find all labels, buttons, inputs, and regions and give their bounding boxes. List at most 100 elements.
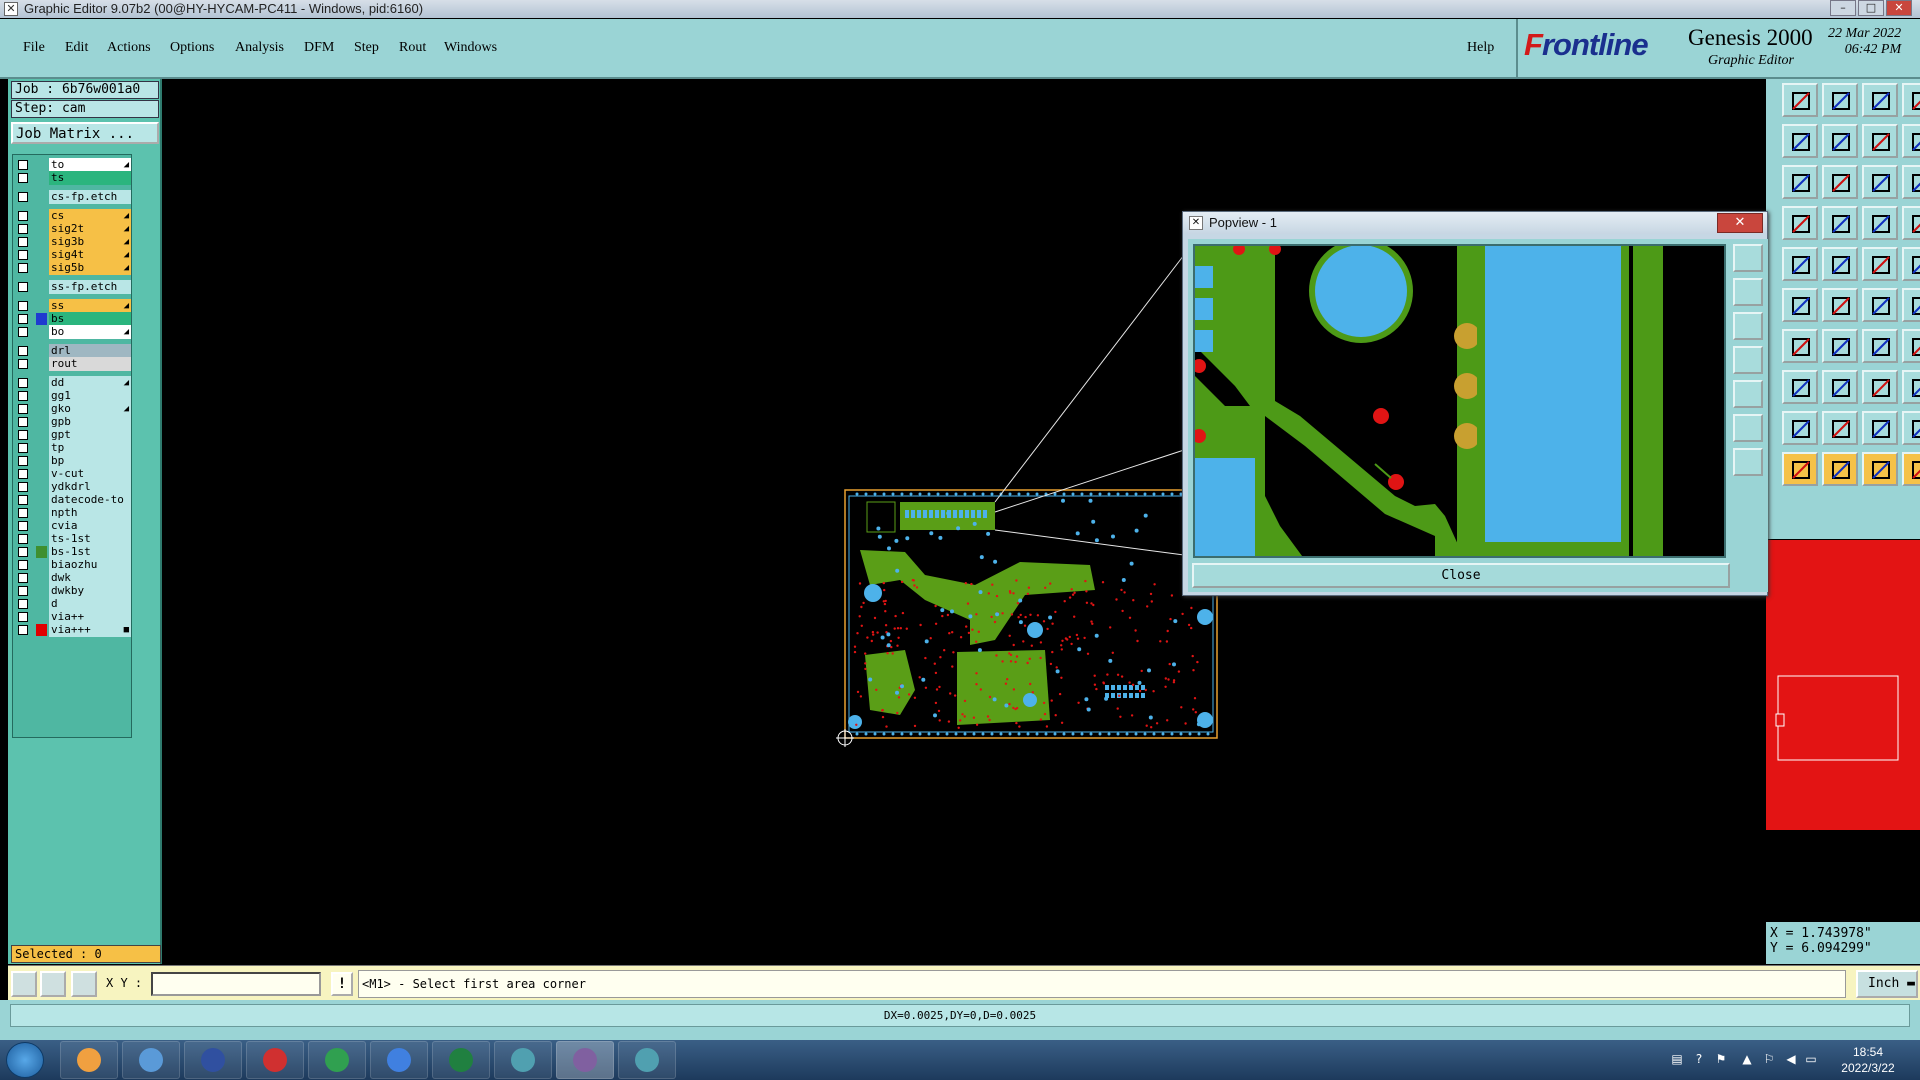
home-tool-button[interactable]	[1862, 83, 1898, 117]
menu-analysis[interactable]: Analysis	[235, 40, 284, 56]
monitor-icon[interactable]: ▭	[1804, 1052, 1818, 1066]
layer-row-datecode-to[interactable]: datecode-to	[16, 493, 131, 507]
layer-row-sig3b[interactable]: sig3b ◢	[16, 235, 131, 249]
cross-tool-button[interactable]	[1822, 288, 1858, 322]
genesis-taskbar-button[interactable]	[246, 1041, 304, 1079]
layer-row-bo[interactable]: bo ◢	[16, 325, 131, 339]
overview-map[interactable]	[1766, 540, 1920, 920]
layer-checkbox[interactable]	[18, 378, 28, 388]
excel-taskbar-button[interactable]	[432, 1041, 490, 1079]
layer-name[interactable]: sig3b ◢	[49, 235, 131, 249]
layer-checkbox[interactable]	[18, 586, 28, 596]
layer-name[interactable]: sig4t ◢	[49, 248, 131, 262]
layer-checkbox[interactable]	[18, 346, 28, 356]
layer-name[interactable]: gpt	[49, 428, 131, 442]
layer-name[interactable]: gg1	[49, 389, 131, 403]
layer-checkbox[interactable]	[18, 282, 28, 292]
layer-checkbox[interactable]	[18, 573, 28, 583]
layer-row-v-cut[interactable]: v-cut	[16, 467, 131, 481]
network-icon[interactable]: ▤	[1670, 1052, 1684, 1066]
layer-name[interactable]: drl	[49, 344, 131, 358]
minimize-button[interactable]: –	[1830, 0, 1856, 16]
node-tool-button[interactable]	[1862, 288, 1898, 322]
layer-row-npth[interactable]: npth	[16, 506, 131, 520]
line-tool-button[interactable]	[1822, 247, 1858, 281]
layer-row-gko[interactable]: gko ◢	[16, 402, 131, 416]
outline-tool-button[interactable]	[1862, 411, 1898, 445]
eye-taskbar-button[interactable]	[494, 1041, 552, 1079]
undo-tool-button[interactable]	[1862, 124, 1898, 158]
popview-pan-tool[interactable]	[1733, 346, 1763, 374]
layer-name[interactable]: sig5b ◢	[49, 261, 131, 275]
popview-fit-tool[interactable]	[1733, 244, 1763, 272]
open-tool-button[interactable]	[1782, 83, 1818, 117]
redo-tool-button[interactable]	[1902, 124, 1920, 158]
layer-checkbox[interactable]	[18, 430, 28, 440]
clock[interactable]: 18:54 2022/3/22	[1820, 1044, 1916, 1076]
unit-selector[interactable]: Inch ▬	[1856, 970, 1918, 998]
layer-row-d[interactable]: d	[16, 597, 131, 611]
layer-name[interactable]: bs-1st	[49, 545, 131, 559]
flag-tray-icon[interactable]: ⚑	[1714, 1052, 1728, 1066]
layers-tool-button[interactable]	[1782, 206, 1818, 240]
layer-name[interactable]: ydkdrl	[49, 480, 131, 494]
layer-row-dwkby[interactable]: dwkby	[16, 584, 131, 598]
execute-button[interactable]: !	[331, 972, 353, 996]
layer-checkbox[interactable]	[18, 521, 28, 531]
layer-row-dd[interactable]: dd ◢	[16, 376, 131, 390]
layer-name[interactable]: ts-1st	[49, 532, 131, 546]
layer-name[interactable]: tp	[49, 441, 131, 455]
layer-checkbox[interactable]	[18, 359, 28, 369]
angle-tool-button[interactable]	[1782, 329, 1818, 363]
start-button[interactable]	[6, 1042, 44, 1078]
layer-row-sig2t[interactable]: sig2t ◢	[16, 222, 131, 236]
layer-name[interactable]: ts	[49, 171, 131, 185]
snap-tool-button[interactable]	[11, 971, 37, 997]
layer-row-bp[interactable]: bp	[16, 454, 131, 468]
popview-center-tool[interactable]	[1733, 448, 1763, 476]
layer-row-sig4t[interactable]: sig4t ◢	[16, 248, 131, 262]
layer-name[interactable]: v-cut	[49, 467, 131, 481]
layer-name[interactable]: ss ◢	[49, 299, 131, 313]
lasso-tool-button[interactable]	[1862, 452, 1898, 486]
layer-name[interactable]: ss-fp.etch	[49, 280, 131, 294]
layer-row-bs-1st[interactable]: bs-1st	[16, 545, 131, 559]
layer-name[interactable]: dwkby	[49, 584, 131, 598]
layer-row-via-[interactable]: via++	[16, 610, 131, 624]
layer-row-to[interactable]: to ◢	[16, 158, 131, 172]
layer-checkbox[interactable]	[18, 192, 28, 202]
app-shell-taskbar-button[interactable]	[60, 1041, 118, 1079]
layer-name[interactable]: bo ◢	[49, 325, 131, 339]
menu-step[interactable]: Step	[354, 40, 379, 56]
layer-checkbox[interactable]	[18, 327, 28, 337]
layer-name[interactable]: d	[49, 597, 131, 611]
layer-checkbox[interactable]	[18, 469, 28, 479]
node-alt-tool-button[interactable]	[1902, 288, 1920, 322]
close-window-button[interactable]: ✕	[1886, 0, 1912, 16]
layer-checkbox[interactable]	[18, 391, 28, 401]
help-tray-icon[interactable]: ?	[1692, 1052, 1706, 1066]
layer-checkbox[interactable]	[18, 173, 28, 183]
layer-checkbox[interactable]	[18, 482, 28, 492]
layer-checkbox[interactable]	[18, 612, 28, 622]
layer-row-drl[interactable]: drl	[16, 344, 131, 358]
layer-name[interactable]: rout	[49, 357, 131, 371]
layer-checkbox[interactable]	[18, 250, 28, 260]
layer-name[interactable]: dwk	[49, 571, 131, 585]
layer-name[interactable]: cvia	[49, 519, 131, 533]
layer-name[interactable]: via++	[49, 610, 131, 624]
layer-row-ts-1st[interactable]: ts-1st	[16, 532, 131, 546]
layer-row-gg1[interactable]: gg1	[16, 389, 131, 403]
layer-row-ts[interactable]: ts	[16, 171, 131, 185]
layer-row-via-[interactable]: via+++ ■	[16, 623, 131, 637]
zoom-tool-button[interactable]	[1822, 165, 1858, 199]
arc-tool-button[interactable]	[1862, 329, 1898, 363]
layer-row-gpb[interactable]: gpb	[16, 415, 131, 429]
popview-close-x-button[interactable]: ✕	[1717, 213, 1763, 233]
layer-row-tp[interactable]: tp	[16, 441, 131, 455]
layer-name[interactable]: to ◢	[49, 158, 131, 172]
save-tool-button[interactable]	[1822, 83, 1858, 117]
layer-name[interactable]: biaozhu	[49, 558, 131, 572]
layer-name[interactable]: gpb	[49, 415, 131, 429]
layer-row-bs[interactable]: bs	[16, 312, 131, 326]
